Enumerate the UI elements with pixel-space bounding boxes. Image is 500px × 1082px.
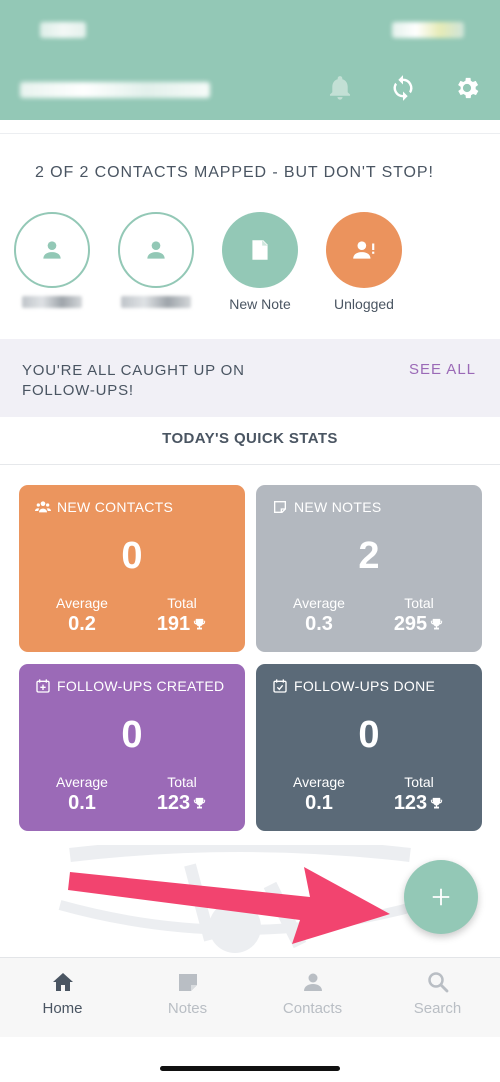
total-value: 295 <box>393 613 428 635</box>
new-note-label: New Note <box>229 296 291 312</box>
account-name-redacted <box>20 82 210 98</box>
average-value: 0.1 <box>305 792 333 814</box>
average-column: Average 0.1 <box>37 774 127 815</box>
status-time-redacted <box>40 22 86 38</box>
home-icon <box>52 973 73 991</box>
average-column: Average 0.2 <box>37 595 127 636</box>
total-label: Total <box>404 774 434 790</box>
unlogged-label: Unlogged <box>334 296 394 312</box>
app-header <box>0 0 500 120</box>
total-value: 191 <box>156 613 191 635</box>
collapsed-strip <box>0 120 500 134</box>
new-note-button[interactable]: New Note <box>220 212 300 312</box>
average-column: Average 0.3 <box>274 595 364 636</box>
see-all-link[interactable]: SEE ALL <box>409 361 476 378</box>
person-alert-icon <box>353 241 375 259</box>
person-icon <box>43 241 61 259</box>
plus-icon <box>432 888 450 906</box>
total-column: Total 191 <box>137 595 227 636</box>
add-fab-button[interactable] <box>404 860 478 934</box>
card-title: NEW CONTACTS <box>57 499 174 515</box>
card-value: 0 <box>121 714 143 756</box>
person-icon <box>147 241 165 259</box>
average-value: 0.2 <box>68 613 96 635</box>
mapped-contact-2[interactable] <box>116 212 196 308</box>
home-indicator <box>160 1066 340 1071</box>
total-column: Total 123 <box>374 774 464 815</box>
average-value: 0.3 <box>305 613 333 635</box>
tab-search[interactable]: Search <box>375 958 500 1037</box>
contacts-mapped-heading: 2 OF 2 CONTACTS MAPPED - BUT DON'T STOP! <box>35 164 434 181</box>
bottom-tab-bar: Home Notes Contacts Search <box>0 957 500 1037</box>
calendar-check-icon <box>273 679 287 693</box>
notes-icon <box>178 974 197 991</box>
unlogged-circle <box>326 212 402 288</box>
average-label: Average <box>56 595 108 611</box>
pointer-arrow-annotation <box>68 867 390 944</box>
total-label: Total <box>167 595 197 611</box>
tab-contacts[interactable]: Contacts <box>250 958 375 1037</box>
new-note-circle <box>222 212 298 288</box>
card-header: FOLLOW-UPS DONE <box>272 678 435 694</box>
stat-card-followups-created[interactable]: FOLLOW-UPS CREATED 0 Average 0.1 Total 1… <box>19 664 245 831</box>
contact-name-redacted <box>121 296 191 308</box>
gear-icon[interactable] <box>451 72 483 104</box>
card-value: 2 <box>358 535 380 577</box>
contact-avatar <box>118 212 194 288</box>
card-header: NEW NOTES <box>272 499 381 515</box>
total-column: Total 295 <box>374 595 464 636</box>
trophy-icon <box>194 797 206 809</box>
average-label: Average <box>293 595 345 611</box>
average-label: Average <box>56 774 108 790</box>
total-label: Total <box>167 774 197 790</box>
tab-notes[interactable]: Notes <box>125 958 250 1037</box>
card-title: NEW NOTES <box>294 499 382 515</box>
tab-search-label: Search <box>413 1000 462 1017</box>
tab-home[interactable]: Home <box>0 958 125 1037</box>
card-header: NEW CONTACTS <box>35 499 173 515</box>
note-icon <box>252 240 268 260</box>
card-header: FOLLOW-UPS CREATED <box>35 678 224 694</box>
note-outline-icon <box>274 501 286 513</box>
calendar-plus-icon <box>36 679 50 693</box>
card-value: 0 <box>121 535 143 577</box>
stat-card-followups-done[interactable]: FOLLOW-UPS DONE 0 Average 0.1 Total 123 <box>256 664 482 831</box>
unlogged-button[interactable]: Unlogged <box>324 212 404 312</box>
trophy-icon <box>431 797 443 809</box>
followups-banner: YOU'RE ALL CAUGHT UP ON FOLLOW-UPS! SEE … <box>0 339 500 417</box>
average-value: 0.1 <box>68 792 96 814</box>
divider <box>0 464 500 465</box>
total-column: Total 123 <box>137 774 227 815</box>
bell-icon[interactable] <box>324 72 356 104</box>
search-icon <box>427 972 448 993</box>
card-value: 0 <box>358 714 380 756</box>
contact-avatar <box>14 212 90 288</box>
average-column: Average 0.1 <box>274 774 364 815</box>
total-value: 123 <box>393 792 428 814</box>
total-value: 123 <box>156 792 191 814</box>
card-title: FOLLOW-UPS DONE <box>294 678 436 694</box>
group-icon <box>35 501 51 513</box>
stat-card-new-notes[interactable]: NEW NOTES 2 Average 0.3 Total 295 <box>256 485 482 652</box>
average-label: Average <box>293 774 345 790</box>
followups-message: YOU'RE ALL CAUGHT UP ON FOLLOW-UPS! <box>22 362 245 399</box>
status-indicators-redacted <box>392 22 464 38</box>
tab-notes-label: Notes <box>167 1000 208 1017</box>
contact-icon <box>303 973 322 991</box>
quick-stats-heading: TODAY'S QUICK STATS <box>162 430 338 447</box>
trophy-icon <box>194 618 206 630</box>
stat-card-new-contacts[interactable]: NEW CONTACTS 0 Average 0.2 Total 191 <box>19 485 245 652</box>
contact-name-redacted <box>22 296 82 308</box>
card-title: FOLLOW-UPS CREATED <box>57 678 225 694</box>
sync-icon[interactable] <box>387 72 419 104</box>
tab-contacts-label: Contacts <box>282 1000 343 1017</box>
trophy-icon <box>431 618 443 630</box>
mapped-contact-1[interactable] <box>12 212 92 308</box>
tab-home-label: Home <box>42 1000 83 1017</box>
total-label: Total <box>404 595 434 611</box>
